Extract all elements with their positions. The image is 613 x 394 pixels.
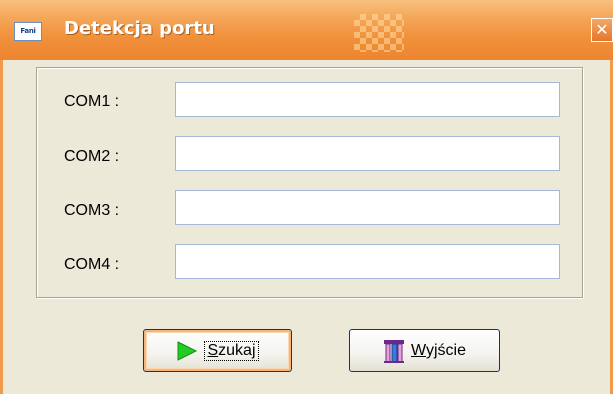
app-icon: Fani xyxy=(14,22,42,41)
com3-label: COM3 : xyxy=(64,202,120,219)
exit-button[interactable]: Wyjście xyxy=(349,329,500,372)
close-icon: ✕ xyxy=(595,20,609,39)
com1-field[interactable] xyxy=(175,82,560,117)
exit-door-icon xyxy=(384,339,404,363)
com3-field[interactable] xyxy=(175,190,560,225)
com2-label: COM2 : xyxy=(64,148,120,165)
window-title: Detekcja portu xyxy=(64,18,215,39)
search-button[interactable]: Szukaj xyxy=(143,329,292,372)
com1-label: COM1 : xyxy=(64,93,120,110)
com4-label: COM4 : xyxy=(64,256,120,273)
title-bar[interactable]: Fani Detekcja portu ✕ xyxy=(0,0,613,60)
exit-button-label: Wyjście xyxy=(411,341,466,359)
titlebar-decoration xyxy=(354,14,404,52)
play-arrow-icon xyxy=(177,340,198,361)
search-button-label: Szukaj xyxy=(204,340,259,361)
close-button[interactable]: ✕ xyxy=(591,18,613,42)
com2-field[interactable] xyxy=(175,136,560,171)
com4-field[interactable] xyxy=(175,244,560,279)
